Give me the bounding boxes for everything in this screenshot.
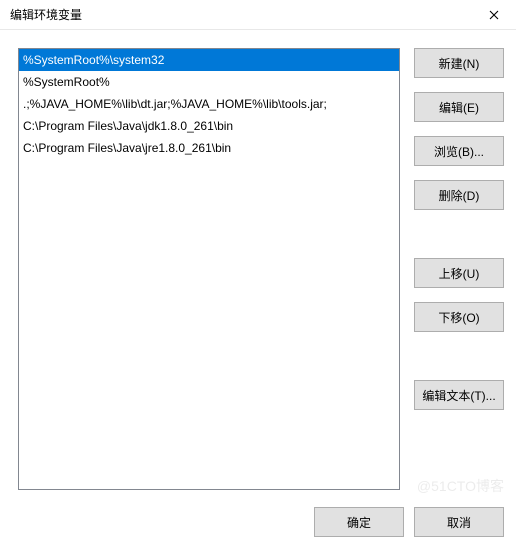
- list-item[interactable]: .;%JAVA_HOME%\lib\dt.jar;%JAVA_HOME%\lib…: [19, 93, 399, 115]
- list-item[interactable]: %SystemRoot%: [19, 71, 399, 93]
- edit-button[interactable]: 编辑(E): [414, 92, 504, 122]
- close-button[interactable]: [480, 3, 508, 27]
- sidebar-buttons: 新建(N) 编辑(E) 浏览(B)... 删除(D) 上移(U) 下移(O) 编…: [414, 48, 504, 490]
- new-button[interactable]: 新建(N): [414, 48, 504, 78]
- list-item[interactable]: C:\Program Files\Java\jdk1.8.0_261\bin: [19, 115, 399, 137]
- move-down-button[interactable]: 下移(O): [414, 302, 504, 332]
- move-up-button[interactable]: 上移(U): [414, 258, 504, 288]
- dialog-title: 编辑环境变量: [10, 6, 480, 23]
- ok-button[interactable]: 确定: [314, 507, 404, 537]
- browse-button[interactable]: 浏览(B)...: [414, 136, 504, 166]
- list-item[interactable]: C:\Program Files\Java\jre1.8.0_261\bin: [19, 137, 399, 159]
- path-listbox[interactable]: %SystemRoot%\system32 %SystemRoot% .;%JA…: [18, 48, 400, 490]
- edit-text-button[interactable]: 编辑文本(T)...: [414, 380, 504, 410]
- edit-environment-variable-dialog: 编辑环境变量 %SystemRoot%\system32 %SystemRoot…: [0, 0, 516, 556]
- dialog-footer: 确定 取消: [0, 500, 516, 556]
- close-icon: [489, 10, 499, 20]
- titlebar: 编辑环境变量: [0, 0, 516, 30]
- cancel-button[interactable]: 取消: [414, 507, 504, 537]
- delete-button[interactable]: 删除(D): [414, 180, 504, 210]
- dialog-body: %SystemRoot%\system32 %SystemRoot% .;%JA…: [0, 30, 516, 500]
- list-item[interactable]: %SystemRoot%\system32: [19, 49, 399, 71]
